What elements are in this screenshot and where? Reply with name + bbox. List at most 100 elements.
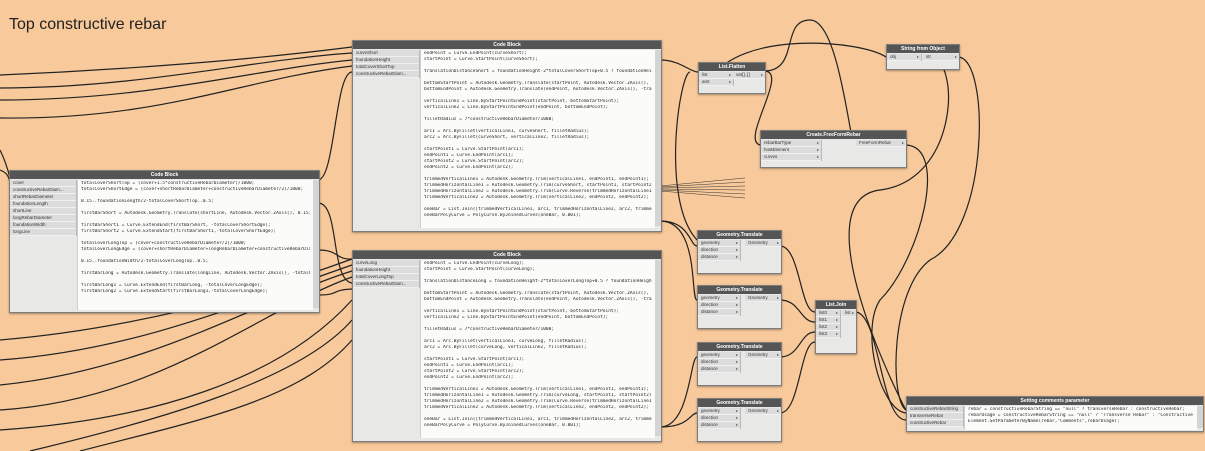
input-port[interactable]: direction: [698, 415, 740, 422]
input-port[interactable]: direction: [698, 359, 740, 366]
input-port[interactable]: foundationLength: [10, 201, 76, 208]
input-port[interactable]: list2: [816, 324, 840, 331]
input-port[interactable]: amt: [699, 79, 733, 86]
input-port[interactable]: constructiveRebar: [907, 420, 963, 427]
input-port[interactable]: hostElement: [761, 147, 821, 154]
output-port[interactable]: Geometry: [745, 408, 781, 415]
input-port[interactable]: curveShort: [353, 50, 419, 57]
input-port[interactable]: constructiveRebarString: [907, 406, 963, 413]
string-from-object-node[interactable]: String from Object obj str: [886, 44, 960, 70]
output-ports: Geometry: [745, 295, 781, 302]
setting-comments-node[interactable]: Setting comments parameter constructiveR…: [906, 396, 1204, 432]
output-ports: Geometry: [745, 408, 781, 415]
output-port[interactable]: list: [842, 310, 856, 317]
node-title: Code Block: [10, 171, 319, 179]
output-ports: list: [842, 310, 856, 317]
code-editor[interactable]: rebar = constructiveRebarString == "null…: [964, 406, 1197, 430]
input-port[interactable]: list: [699, 72, 733, 79]
wire: [0, 46, 353, 76]
input-port[interactable]: list0: [816, 310, 840, 317]
input-port[interactable]: geometry: [698, 295, 740, 302]
input-port[interactable]: direction: [698, 247, 740, 254]
output-port[interactable]: FreeFormRebar: [856, 140, 906, 147]
input-port[interactable]: distance: [698, 366, 740, 373]
output-port[interactable]: var[]..[]: [733, 72, 765, 79]
wire: [659, 356, 698, 428]
input-port[interactable]: geometry: [698, 352, 740, 359]
code-editor[interactable]: endPoint = Curve.EndPoint(curveLong); sta…: [420, 260, 655, 438]
input-port[interactable]: transverseRebar: [907, 413, 963, 420]
code-block-short[interactable]: Code Block curveShort foundationHeight tot…: [352, 40, 662, 232]
code-line: totalCoverShortEdge = (cover+shortRebarD…: [81, 187, 304, 192]
input-ports: geometry direction distance: [698, 352, 741, 373]
workspace-canvas[interactable]: Top constructive rebar Code Block cover c…: [0, 0, 1205, 451]
create-freeform-rebar-node[interactable]: Create.FreeFormRebar rebarBarType hostEl…: [760, 130, 907, 168]
output-port[interactable]: str: [923, 54, 959, 61]
geometry-translate-node-2[interactable]: Geometry.Translate geometry direction di…: [697, 285, 782, 329]
input-port[interactable]: distance: [698, 309, 740, 316]
wire: [779, 331, 816, 358]
node-title: Geometry.Translate: [698, 343, 781, 351]
code-editor[interactable]: endPoint = Curve.EndPoint(curveShort); st…: [420, 50, 655, 228]
node-title: Code Block: [353, 251, 661, 259]
code-line: oneBarPolyCurve = PolyCurve.ByJoinedCurv…: [424, 423, 582, 428]
input-port[interactable]: shortLine: [10, 208, 76, 215]
code-line: firstBarLong = Autodesk.Geometry.Transla…: [81, 271, 310, 276]
output-ports: Geometry: [745, 352, 781, 359]
input-port[interactable]: geometry: [698, 408, 740, 415]
input-port[interactable]: foundationWidth: [10, 222, 76, 229]
input-port[interactable]: constructiveRebarDiam...: [353, 71, 419, 78]
input-port[interactable]: longRebarDiameter: [10, 215, 76, 222]
input-port[interactable]: curveLong: [353, 260, 419, 267]
code-editor[interactable]: totalCoverShortTop = (cover+1.5*construc…: [77, 180, 313, 310]
wire: [0, 52, 353, 89]
geometry-translate-node-1[interactable]: Geometry.Translate geometry direction di…: [697, 230, 782, 274]
code-line: firstBarLong2 = Curve.ExtendStart(firstB…: [81, 289, 268, 294]
code-line: trimmedVerticalLine2 = Autodesk.Geometry…: [424, 405, 649, 410]
input-port[interactable]: shortRebarDiameter: [10, 194, 76, 201]
code-line: firstBarShort2 = Curve.ExtendStart(first…: [81, 229, 277, 234]
input-port[interactable]: constructiveRebarDiam...: [10, 187, 76, 194]
output-port[interactable]: Geometry: [745, 295, 781, 302]
wire: [317, 202, 353, 284]
input-port[interactable]: curves: [761, 154, 821, 161]
wire: [848, 56, 950, 411]
input-port[interactable]: longLine: [10, 229, 76, 236]
input-port[interactable]: distance: [698, 254, 740, 261]
input-port[interactable]: cover: [10, 180, 76, 187]
code-block-left[interactable]: Code Block cover constructiveRebarDiam...…: [9, 170, 320, 313]
output-ports: str: [923, 54, 959, 61]
node-title: List.Join: [816, 301, 856, 309]
input-port[interactable]: obj: [887, 54, 921, 61]
wire: [779, 341, 816, 414]
wire: [0, 59, 353, 101]
list-flatten-node[interactable]: List.Flatten list amt var[]..[]: [698, 62, 766, 94]
input-port[interactable]: constructiveRebarDiam...: [353, 281, 419, 288]
code-block-long[interactable]: Code Block curveLong foundationHeight tota…: [352, 250, 662, 442]
input-port[interactable]: list1: [816, 317, 840, 324]
input-port[interactable]: foundationHeight: [353, 57, 419, 64]
input-port[interactable]: totalCoverLongTop: [353, 274, 419, 281]
input-port[interactable]: rebarBarType: [761, 140, 821, 147]
geometry-translate-node-3[interactable]: Geometry.Translate geometry direction di…: [697, 342, 782, 386]
code-line: oneBarPolyCurve = PolyCurve.ByJoinedCurv…: [424, 213, 582, 218]
wire: [659, 412, 698, 428]
input-port[interactable]: totalCoverShortTop: [353, 64, 419, 71]
input-ports: obj: [887, 54, 922, 61]
node-title: Geometry.Translate: [698, 399, 781, 407]
input-port[interactable]: geometry: [698, 240, 740, 247]
input-port[interactable]: list3: [816, 331, 840, 338]
input-port[interactable]: foundationHeight: [353, 267, 419, 274]
input-ports: cover constructiveRebarDiam... shortRebarD…: [10, 180, 77, 236]
input-port[interactable]: distance: [698, 422, 740, 429]
output-port[interactable]: Geometry: [745, 240, 781, 247]
wire: [659, 59, 699, 73]
geometry-translate-node-4[interactable]: Geometry.Translate geometry direction di…: [697, 398, 782, 442]
wire: [854, 311, 907, 421]
wire: [317, 71, 353, 181]
input-port[interactable]: direction: [698, 302, 740, 309]
output-port[interactable]: Geometry: [745, 352, 781, 359]
list-join-node[interactable]: List.Join list0 list1 list2 list3 list: [815, 300, 857, 354]
code-line: bottomEndPoint = Autodesk.Geometry.Trans…: [424, 297, 652, 302]
input-ports: geometry direction distance: [698, 295, 741, 316]
